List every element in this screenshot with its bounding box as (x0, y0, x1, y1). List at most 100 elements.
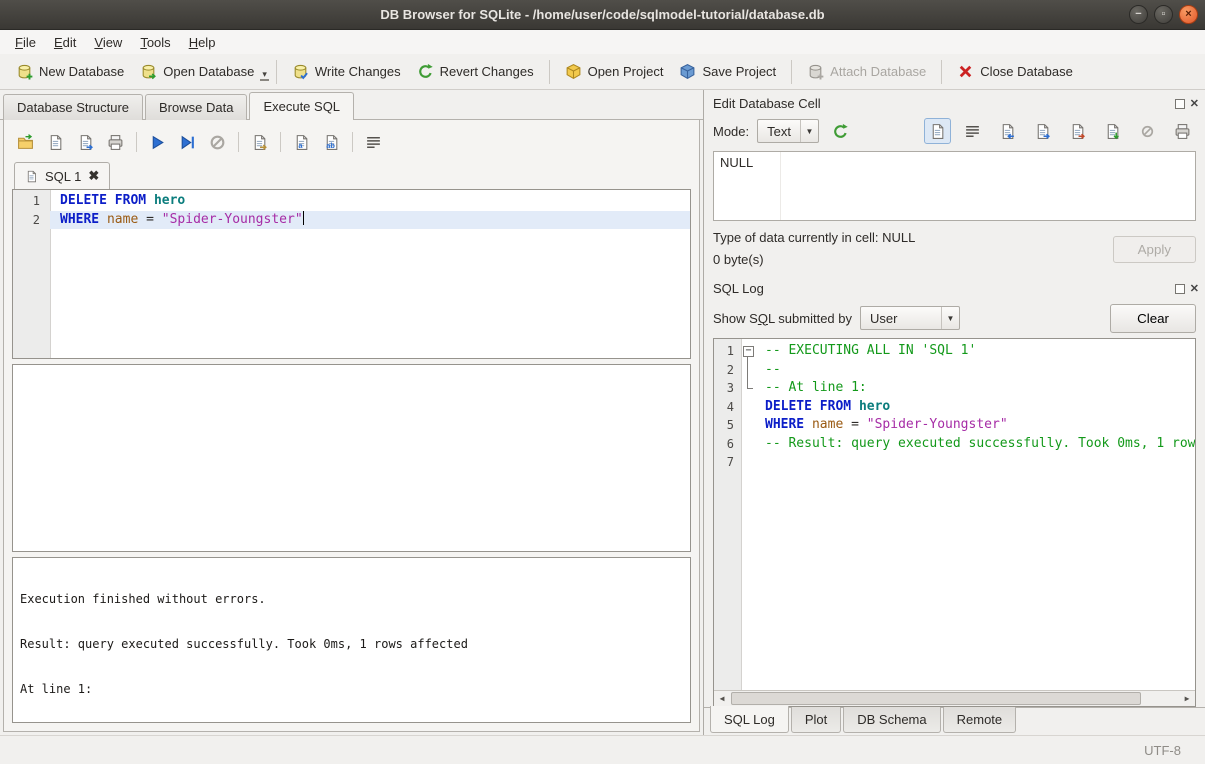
toolbar-separator (791, 60, 792, 84)
execute-all-icon (149, 134, 166, 151)
maximize-icon[interactable]: ▫ (1154, 5, 1173, 24)
format-sql-icon (365, 134, 382, 151)
export-results-icon (251, 134, 268, 151)
close-database-button[interactable]: Close Database (949, 58, 1081, 85)
export-cell-icon (1034, 123, 1051, 140)
filter-label: Show SQL submitted by (713, 311, 852, 326)
tab-remote[interactable]: Remote (943, 707, 1017, 733)
menu-edit[interactable]: Edit (45, 32, 85, 53)
cell-edit-icons (924, 118, 1196, 144)
scrollbar-track[interactable] (730, 691, 1179, 706)
menu-tools[interactable]: Tools (131, 32, 179, 53)
attach-database-button[interactable]: Attach Database (799, 58, 934, 85)
results-grid[interactable] (12, 364, 691, 552)
print-sql-button[interactable] (102, 129, 129, 155)
execute-all-button[interactable] (144, 129, 171, 155)
open-database-button[interactable]: Open Database (132, 58, 262, 85)
cell-info-row: Type of data currently in cell: NULL 0 b… (704, 221, 1205, 275)
message-line: Result: query executed successfully. Too… (20, 637, 683, 652)
save-sql-as-button[interactable] (72, 129, 99, 155)
load-cell-button[interactable] (1099, 118, 1126, 144)
float-dock-icon[interactable] (1175, 99, 1185, 109)
menu-bar: File Edit View Tools Help (0, 30, 1205, 54)
title-bar[interactable]: DB Browser for SQLite - /home/user/code/… (0, 0, 1205, 30)
format-sql-button[interactable] (360, 129, 387, 155)
sql-log-view[interactable]: 1-- EXECUTING ALL IN 'SQL 1'2--3-- At li… (713, 338, 1196, 707)
stop-execution-button[interactable] (204, 129, 231, 155)
cell-value: NULL (720, 155, 753, 170)
sql-editor[interactable]: 1DELETE FROM hero2WHERE name = "Spider-Y… (12, 189, 691, 359)
replace-button[interactable]: ab (318, 129, 345, 155)
print-cell-button[interactable] (1169, 118, 1196, 144)
menu-view[interactable]: View (85, 32, 131, 53)
dock-tab-bar: SQL Log Plot DB Schema Remote (704, 707, 1205, 735)
replace-icon: ab (323, 134, 340, 151)
execute-sql-page: a ab SQL 1 ✖ 1DELETE FROM hero2WHERE nam… (3, 120, 700, 732)
word-wrap-button[interactable] (959, 118, 986, 144)
new-database-button[interactable]: New Database (8, 58, 132, 85)
tab-execute-sql[interactable]: Execute SQL (249, 92, 354, 120)
open-database-dropdown[interactable]: ▾ (260, 63, 269, 81)
right-pane: Edit Database Cell ✕ Mode: Text ▼ (704, 90, 1205, 735)
scrollbar-thumb[interactable] (731, 692, 1141, 705)
edit-cell-header: Edit Database Cell ✕ (704, 90, 1205, 115)
apply-button[interactable]: Apply (1113, 236, 1196, 263)
close-dock-icon[interactable]: ✕ (1190, 99, 1199, 109)
toolbar-separator (280, 132, 281, 152)
mode-select[interactable]: Text ▼ (757, 119, 819, 143)
sql-doc-tab[interactable]: SQL 1 ✖ (14, 162, 110, 189)
close-sql-tab-icon[interactable]: ✖ (88, 168, 99, 184)
set-null-button[interactable] (1134, 118, 1161, 144)
sql-log-title: SQL Log (713, 281, 764, 296)
close-icon[interactable]: × (1179, 5, 1198, 24)
sql-log-lines: 1-- EXECUTING ALL IN 'SQL 1'2--3-- At li… (714, 339, 1195, 690)
refresh-cell-button[interactable] (827, 118, 854, 144)
menu-help[interactable]: Help (180, 32, 225, 53)
mode-label: Mode: (713, 124, 749, 139)
main-toolbar: New Database Open Database ▾ Write Chang… (0, 54, 1205, 90)
tab-sql-log[interactable]: SQL Log (710, 706, 789, 733)
float-dock-icon[interactable] (1175, 284, 1185, 294)
write-changes-button[interactable]: Write Changes (284, 58, 409, 85)
save-project-button[interactable]: Save Project (671, 58, 784, 85)
minimize-icon[interactable]: − (1129, 5, 1148, 24)
import-cell-button[interactable] (994, 118, 1021, 144)
execution-message-log[interactable]: Execution finished without errors. Resul… (12, 557, 691, 723)
save-sql-file-icon (47, 134, 64, 151)
menu-file[interactable]: File (6, 32, 45, 53)
submitted-by-select[interactable]: User ▼ (860, 306, 960, 330)
tab-db-schema[interactable]: DB Schema (843, 707, 940, 733)
cell-editor[interactable]: NULL (713, 151, 1196, 221)
word-wrap-icon (964, 123, 981, 140)
write-changes-icon (292, 63, 309, 80)
text-mode-button[interactable] (924, 118, 951, 144)
clear-log-button[interactable]: Clear (1110, 304, 1196, 333)
new-database-icon (16, 63, 33, 80)
print-cell-icon (1174, 123, 1191, 140)
toolbar-separator (136, 132, 137, 152)
export-cell-button[interactable] (1029, 118, 1056, 144)
save-sql-file-button[interactable] (42, 129, 69, 155)
open-sql-file-button[interactable] (12, 129, 39, 155)
execute-line-button[interactable] (174, 129, 201, 155)
revert-changes-button[interactable]: Revert Changes (409, 58, 542, 85)
open-project-button[interactable]: Open Project (557, 58, 672, 85)
scroll-right-icon[interactable]: ▶ (1179, 694, 1195, 703)
tab-database-structure[interactable]: Database Structure (3, 94, 143, 120)
sql-doc-tab-label: SQL 1 (45, 169, 81, 184)
horizontal-scrollbar[interactable]: ◀ ▶ (714, 690, 1195, 706)
export-results-button[interactable] (246, 129, 273, 155)
open-sql-file-icon (17, 134, 34, 151)
tab-plot[interactable]: Plot (791, 707, 841, 733)
import-cell-icon (999, 123, 1016, 140)
load-cell-icon (1104, 123, 1121, 140)
attach-database-icon (807, 63, 824, 80)
save-cell-button[interactable] (1064, 118, 1091, 144)
encoding-indicator[interactable]: UTF-8 (1144, 743, 1181, 758)
sql-log-filter-row: Show SQL submitted by User ▼ Clear (704, 300, 1205, 336)
message-line: At line 1: (20, 682, 683, 697)
close-dock-icon[interactable]: ✕ (1190, 284, 1199, 294)
find-button[interactable]: a (288, 129, 315, 155)
scroll-left-icon[interactable]: ◀ (714, 694, 730, 703)
tab-browse-data[interactable]: Browse Data (145, 94, 247, 120)
